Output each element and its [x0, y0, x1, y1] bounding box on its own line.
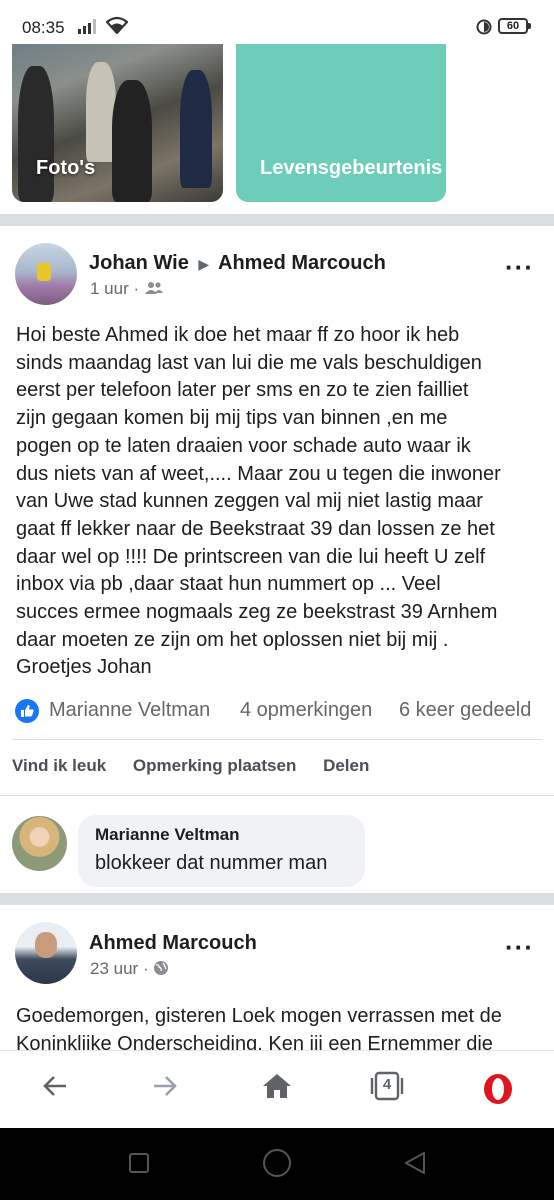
status-time: 08:35 — [22, 18, 65, 37]
post-line: succes ermee nogmaals zeg ze beekstrast … — [16, 601, 498, 624]
reactions-row: Marianne Veltman 4 opmerkingen 6 keer ge… — [14, 696, 544, 726]
status-bar: 08:35 60 — [0, 0, 554, 44]
section-divider — [0, 214, 554, 226]
divider-line — [0, 795, 554, 796]
tabs-button[interactable]: 4 — [369, 1070, 405, 1102]
post-body: Hoi beste Ahmed ik doe het maar ff zo ho… — [16, 322, 546, 682]
like-button[interactable]: Vind ik leuk — [12, 756, 106, 775]
browser-nav-bar: 4 — [0, 1050, 554, 1129]
post-options-button[interactable]: ··· — [505, 932, 534, 963]
commenter-avatar[interactable] — [12, 816, 67, 871]
signal-icon — [78, 19, 96, 34]
recent-apps-icon[interactable] — [128, 1152, 150, 1174]
comment-count[interactable]: 4 opmerkingen — [240, 699, 372, 722]
friends-icon — [144, 282, 163, 294]
post-line: eerst per telefoon later per sms en zo t… — [16, 379, 469, 402]
photo-person — [112, 80, 152, 202]
battery-icon: 60 — [498, 18, 531, 34]
home-icon[interactable] — [261, 1071, 293, 1101]
post-line: gaat ff lekker naar de Beekstraat 39 dan… — [16, 517, 495, 540]
back-arrow-icon[interactable] — [40, 1071, 70, 1101]
battery-level: 60 — [506, 20, 520, 32]
post-author-name[interactable]: Johan Wie — [89, 252, 189, 274]
profile-cards: Foto's Levensgebeurtenis — [0, 44, 554, 214]
post-line: zijn gegaan komen bij mij tips van binne… — [16, 407, 448, 430]
opera-menu-icon[interactable] — [482, 1073, 514, 1105]
comment-text: blokkeer dat nummer man — [95, 852, 328, 874]
share-count[interactable]: 6 keer gedeeld — [399, 699, 531, 722]
post-target-name[interactable]: Ahmed Marcouch — [218, 252, 386, 274]
section-divider — [0, 893, 554, 905]
post-meta: 1 uur · — [90, 279, 164, 299]
post-line: Hoi beste Ahmed ik doe het maar ff zo ho… — [16, 324, 460, 346]
arrow-right-icon: ▶ — [198, 256, 210, 272]
post-line: pogen op te laten draaien voor schade au… — [16, 434, 471, 457]
life-events-label: Levensgebeurtenis — [260, 157, 443, 179]
photo-person — [18, 66, 54, 202]
author-avatar[interactable] — [15, 243, 77, 305]
photo-person — [180, 70, 212, 188]
divider-line — [12, 739, 542, 740]
post-time[interactable]: 23 uur — [90, 959, 138, 978]
post-options-button[interactable]: ··· — [505, 252, 534, 283]
wifi-icon — [106, 16, 128, 34]
reaction-name[interactable]: Marianne Veltman — [49, 699, 210, 722]
post-author-name[interactable]: Ahmed Marcouch — [89, 932, 257, 955]
forward-arrow-icon[interactable] — [150, 1071, 180, 1101]
photos-label: Foto's — [36, 157, 96, 179]
post-line: Goedemorgen, gisteren Loek mogen verrass… — [16, 1005, 502, 1027]
author-avatar[interactable] — [15, 922, 77, 984]
post-author-line: Johan Wie ▶ Ahmed Marcouch — [89, 252, 386, 275]
meta-separator: · — [142, 959, 154, 978]
post-line: inbox via pb ,daar staat hun nummert op … — [16, 573, 441, 596]
post-meta: 23 uur · — [90, 959, 169, 979]
system-back-icon[interactable] — [402, 1150, 428, 1176]
post-line: van Uwe stad kunnen zeggen val mij niet … — [16, 490, 483, 513]
post-line: daar moeten ze zijn om het oplossen niet… — [16, 628, 449, 651]
post-time[interactable]: 1 uur — [90, 279, 129, 298]
share-button[interactable]: Delen — [323, 756, 369, 775]
post-actions: Vind ik leuk Opmerking plaatsen Delen — [12, 756, 391, 776]
post-line: sinds maandag last van lui die me vals b… — [16, 351, 482, 374]
comment-button[interactable]: Opmerking plaatsen — [133, 756, 296, 775]
avatar-figure — [37, 263, 51, 281]
meta-separator: · — [133, 279, 144, 298]
data-saver-icon — [476, 19, 492, 35]
commenter-name[interactable]: Marianne Veltman — [95, 825, 240, 845]
post-line: dus niets van af weet,.... Maar zou u te… — [16, 462, 501, 485]
tab-count: 4 — [382, 1076, 392, 1093]
post-line: daar wel op !!!! De printscreen van die … — [16, 545, 486, 568]
post-line: Groetjes Johan — [16, 656, 152, 679]
comment-bubble[interactable]: Marianne Veltman blokkeer dat nummer man — [78, 815, 365, 887]
globe-icon — [154, 961, 169, 975]
life-events-card[interactable]: Levensgebeurtenis — [236, 44, 446, 202]
system-nav-bar — [0, 1128, 554, 1200]
avatar-face — [35, 932, 57, 958]
like-reaction-icon — [15, 699, 39, 723]
photos-card[interactable]: Foto's — [12, 44, 223, 202]
home-button-icon[interactable] — [262, 1148, 292, 1178]
